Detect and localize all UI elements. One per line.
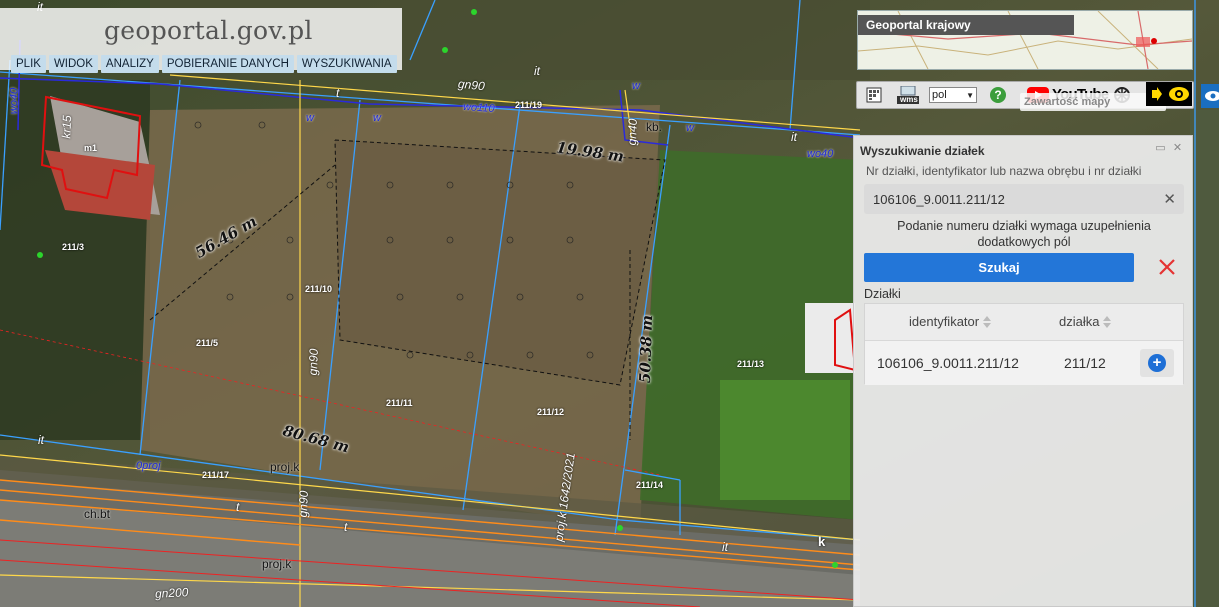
add-parcel-button[interactable]: + xyxy=(1140,349,1174,377)
close-icon[interactable]: ✕ xyxy=(1172,143,1183,154)
clear-icon[interactable]: ✕ xyxy=(1163,190,1176,208)
parcel-search-input[interactable] xyxy=(864,184,1154,214)
cell-identifier: 106106_9.0011.211/12 xyxy=(877,355,1019,371)
sort-icon xyxy=(983,315,992,328)
wms-label: wms xyxy=(900,95,918,104)
table-row[interactable]: 106106_9.0011.211/12 211/12 + xyxy=(865,340,1183,385)
results-label: Działki xyxy=(864,287,901,301)
map-contents-tab[interactable]: Zawartość mapy xyxy=(1020,93,1166,111)
svg-text:?: ? xyxy=(994,88,1001,102)
cell-parcel: 211/12 xyxy=(1064,355,1106,371)
search-note: Podanie numeru działki wymaga uzupełnien… xyxy=(897,219,1151,249)
main-menu: PLIK WIDOK ANALIZY POBIERANIE DANYCH WYS… xyxy=(11,55,397,73)
minimize-icon[interactable]: ▭ xyxy=(1155,143,1166,154)
sort-icon xyxy=(1103,315,1112,328)
menu-item-download[interactable]: POBIERANIE DANYCH xyxy=(161,55,294,73)
column-header-parcel[interactable]: działka xyxy=(1059,314,1112,329)
search-hint: Nr działki, identyfikator lub nazwa obrę… xyxy=(866,164,1142,178)
results-table: identyfikator działka 106106_9.0011.211/… xyxy=(864,303,1184,385)
menu-item-analyses[interactable]: ANALIZY xyxy=(100,55,159,73)
language-value: pol xyxy=(932,89,947,101)
column-header-label: działka xyxy=(1059,314,1100,329)
wms-icon[interactable]: wms xyxy=(897,85,919,104)
overview-map[interactable]: Geoportal krajowy xyxy=(857,10,1193,70)
app-header: geoportal.gov.pl PLIK WIDOK ANALIZY POBI… xyxy=(0,8,402,73)
chevron-down-icon: ▼ xyxy=(966,90,974,100)
column-header-identifier[interactable]: identyfikator xyxy=(909,314,992,329)
menu-item-view[interactable]: WIDOK xyxy=(48,55,98,73)
cancel-icon[interactable] xyxy=(1156,256,1178,278)
menu-item-file[interactable]: PLIK xyxy=(11,55,46,73)
grid-icon[interactable] xyxy=(865,86,883,104)
overview-title: Geoportal krajowy xyxy=(858,15,1074,35)
help-icon[interactable]: ? xyxy=(989,86,1007,104)
column-header-label: identyfikator xyxy=(909,314,980,329)
app-logo[interactable]: geoportal.gov.pl xyxy=(104,16,313,45)
eye-icon xyxy=(1152,87,1189,101)
side-tab[interactable] xyxy=(1201,84,1219,108)
panel-title: Wyszukiwanie działek xyxy=(860,144,985,158)
language-select[interactable]: pol ▼ xyxy=(929,87,977,103)
plus-icon: + xyxy=(1148,354,1166,372)
search-field: ✕ xyxy=(864,184,1184,214)
parcel-search-panel: Wyszukiwanie działek ▭ ✕ Nr działki, ide… xyxy=(853,135,1193,607)
search-button[interactable]: Szukaj xyxy=(864,253,1134,282)
eye-icon xyxy=(1205,91,1219,101)
menu-item-search[interactable]: WYSZUKIWANIA xyxy=(296,55,397,73)
accessibility-toggle[interactable] xyxy=(1146,82,1192,106)
